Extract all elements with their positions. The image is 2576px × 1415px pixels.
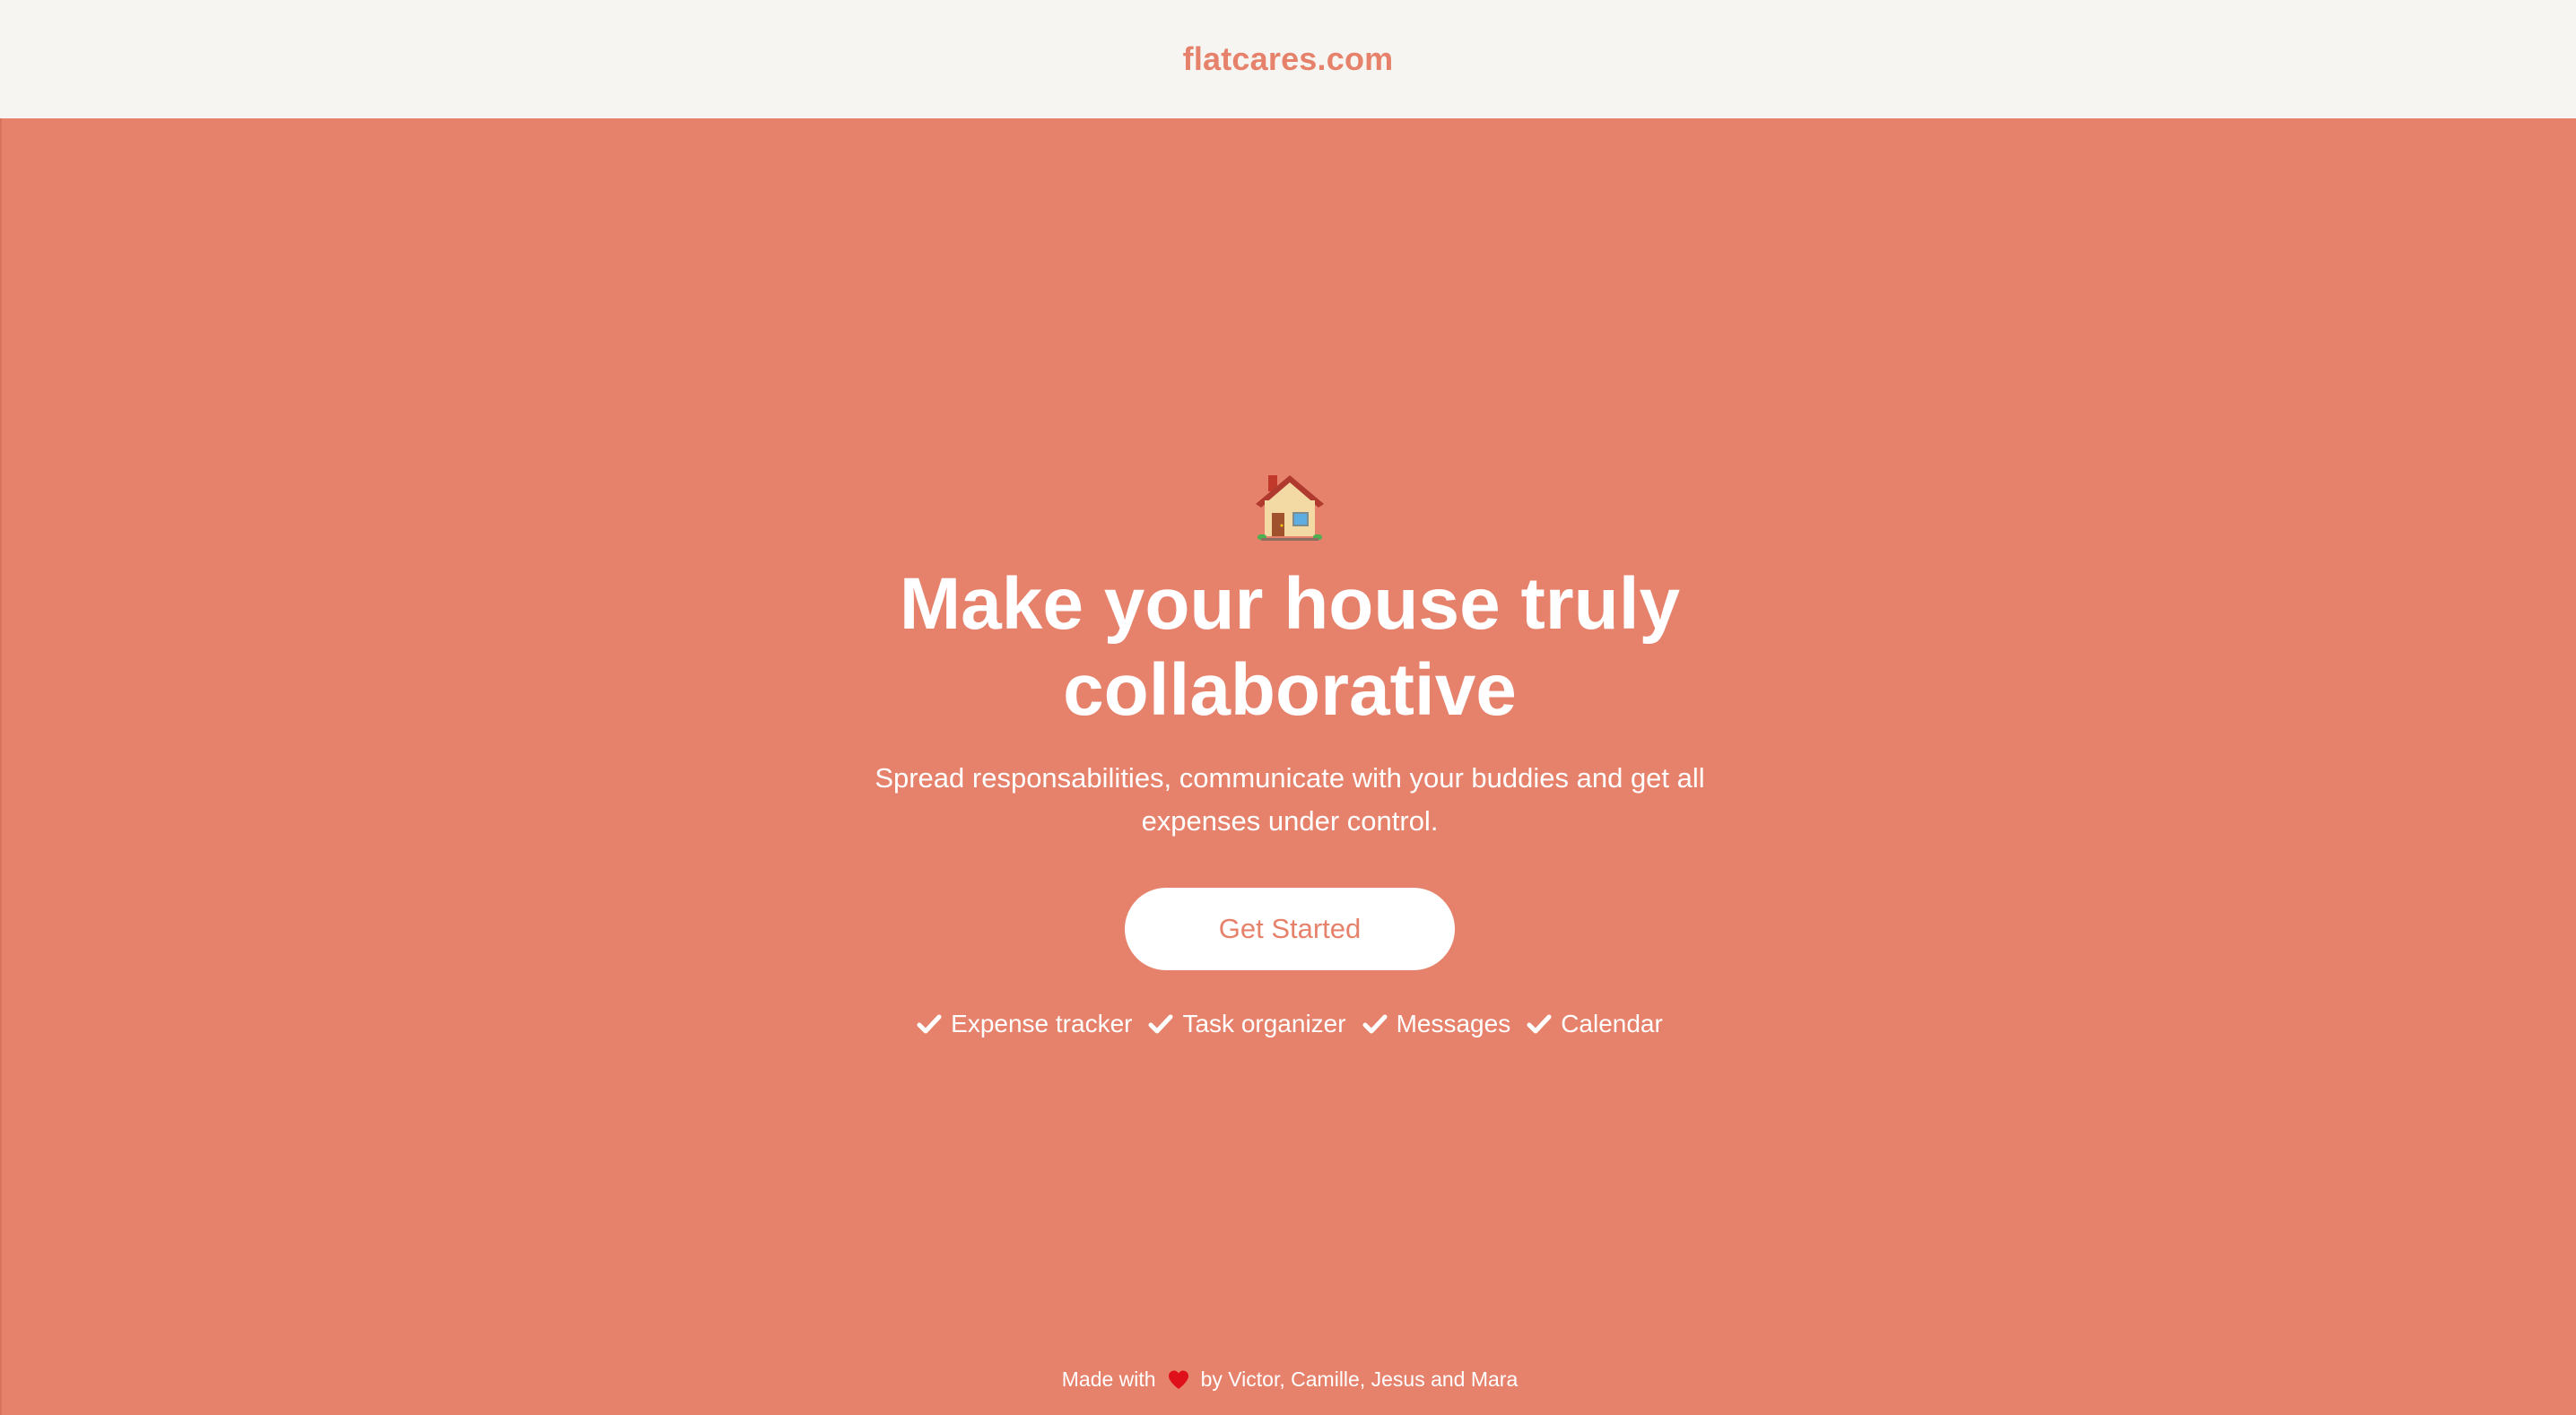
check-icon bbox=[1148, 1014, 1173, 1034]
feature-list: Expense tracker Task organizer Messages … bbox=[917, 1010, 1663, 1038]
top-bar: flatcares.com bbox=[0, 0, 2576, 118]
footer-prefix: Made with bbox=[1061, 1367, 1156, 1391]
feature-item-task-organizer: Task organizer bbox=[1148, 1010, 1346, 1038]
footer: Made with by Victor, Camille, Jesus and … bbox=[2, 1367, 2576, 1392]
feature-label: Task organizer bbox=[1182, 1010, 1346, 1037]
hero-headline: Make your house truly collaborative bbox=[899, 563, 1681, 731]
check-icon bbox=[1362, 1014, 1388, 1034]
hero-section: Make your house truly collaborative Spre… bbox=[0, 118, 2576, 1415]
feature-item-expense-tracker: Expense tracker bbox=[917, 1010, 1132, 1038]
check-icon bbox=[917, 1014, 942, 1034]
feature-item-calendar: Calendar bbox=[1527, 1010, 1663, 1038]
hero-subtitle: Spread responsabilities, communicate wit… bbox=[875, 762, 1705, 837]
feature-item-messages: Messages bbox=[1362, 1010, 1511, 1038]
get-started-button[interactable]: Get Started bbox=[1125, 888, 1455, 970]
footer-credits: by Victor, Camille, Jesus and Mara bbox=[1200, 1367, 1519, 1391]
feature-label: Messages bbox=[1396, 1010, 1511, 1037]
hero-content: Make your house truly collaborative Spre… bbox=[2, 468, 2576, 1038]
brand-link[interactable]: flatcares.com bbox=[1183, 40, 1394, 78]
check-icon bbox=[1527, 1014, 1552, 1034]
house-icon bbox=[1256, 475, 1324, 541]
feature-label: Calendar bbox=[1561, 1010, 1663, 1037]
feature-label: Expense tracker bbox=[951, 1010, 1133, 1037]
heart-icon bbox=[1168, 1370, 1188, 1389]
